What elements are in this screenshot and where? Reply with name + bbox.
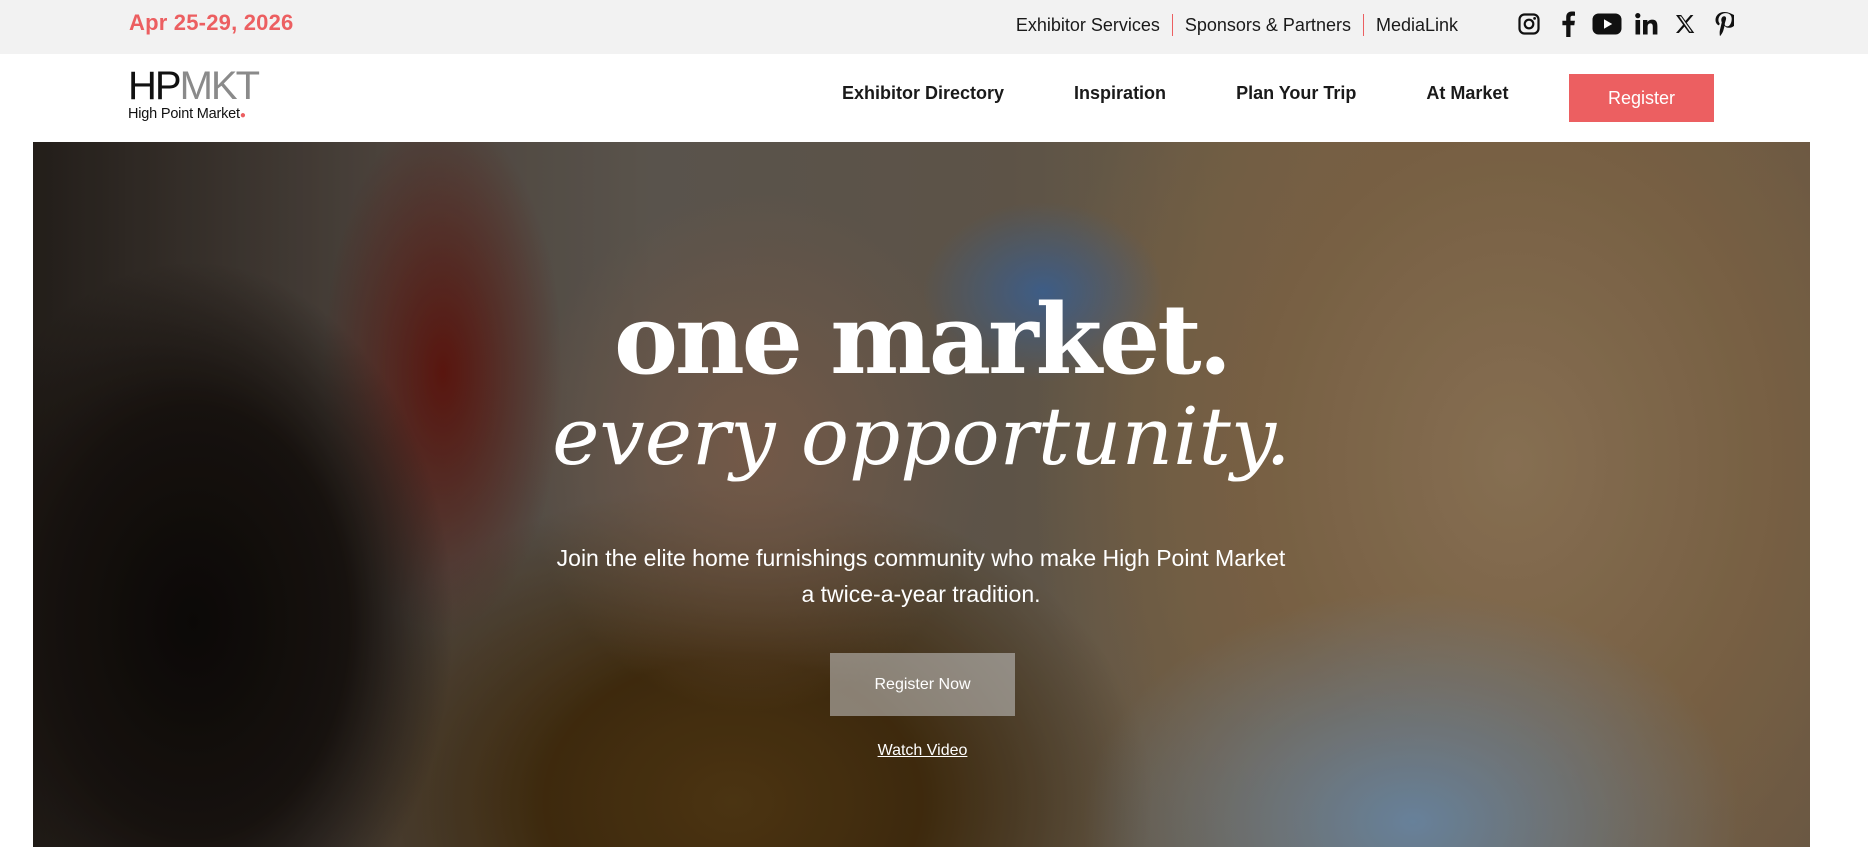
register-now-button[interactable]: Register Now: [830, 653, 1015, 716]
watch-video-link[interactable]: Watch Video: [830, 742, 1015, 760]
linkedin-icon[interactable]: [1626, 10, 1665, 38]
hero-subtitle-line-1: Join the elite home furnishings communit…: [556, 545, 1286, 571]
youtube-icon[interactable]: [1587, 10, 1626, 38]
x-icon[interactable]: [1665, 10, 1704, 38]
register-button[interactable]: Register: [1569, 74, 1714, 122]
nav-plan-your-trip[interactable]: Plan Your Trip: [1236, 83, 1356, 104]
utility-bar: Apr 25-29, 2026 Exhibitor Services Spons…: [0, 0, 1868, 54]
main-nav: Exhibitor Directory Inspiration Plan You…: [842, 83, 1508, 104]
nav-inspiration[interactable]: Inspiration: [1074, 83, 1166, 104]
pinterest-icon[interactable]: [1704, 10, 1743, 38]
event-date: Apr 25-29, 2026: [129, 10, 294, 35]
nav-exhibitor-directory[interactable]: Exhibitor Directory: [842, 83, 1004, 104]
medialink-link[interactable]: MediaLink: [1364, 14, 1470, 36]
hero-headline: one market.: [613, 283, 1232, 396]
hero-section: one market. every opportunity. Join the …: [33, 142, 1810, 847]
hero-subtitle-line-2: a twice-a-year tradition.: [801, 581, 1041, 607]
social-links: [1509, 10, 1743, 38]
utility-links: Exhibitor Services Sponsors & Partners M…: [1004, 14, 1470, 36]
facebook-icon[interactable]: [1548, 10, 1587, 38]
logo-mark: HPMKT: [128, 64, 260, 108]
exhibitor-services-link[interactable]: Exhibitor Services: [1004, 14, 1172, 36]
hpmkt-logo[interactable]: HPMKT High Point Market●: [128, 64, 268, 128]
logo-subtitle: High Point Market●: [128, 106, 246, 122]
site-header: HPMKT High Point Market● Exhibitor Direc…: [0, 54, 1868, 142]
hero-subtitle: Join the elite home furnishings communit…: [521, 540, 1321, 612]
hero-tagline: every opportunity.: [552, 390, 1291, 483]
hero-content: one market. every opportunity. Join the …: [33, 142, 1810, 847]
sponsors-partners-link[interactable]: Sponsors & Partners: [1173, 14, 1363, 36]
instagram-icon[interactable]: [1509, 10, 1548, 38]
nav-at-market[interactable]: At Market: [1426, 83, 1508, 104]
